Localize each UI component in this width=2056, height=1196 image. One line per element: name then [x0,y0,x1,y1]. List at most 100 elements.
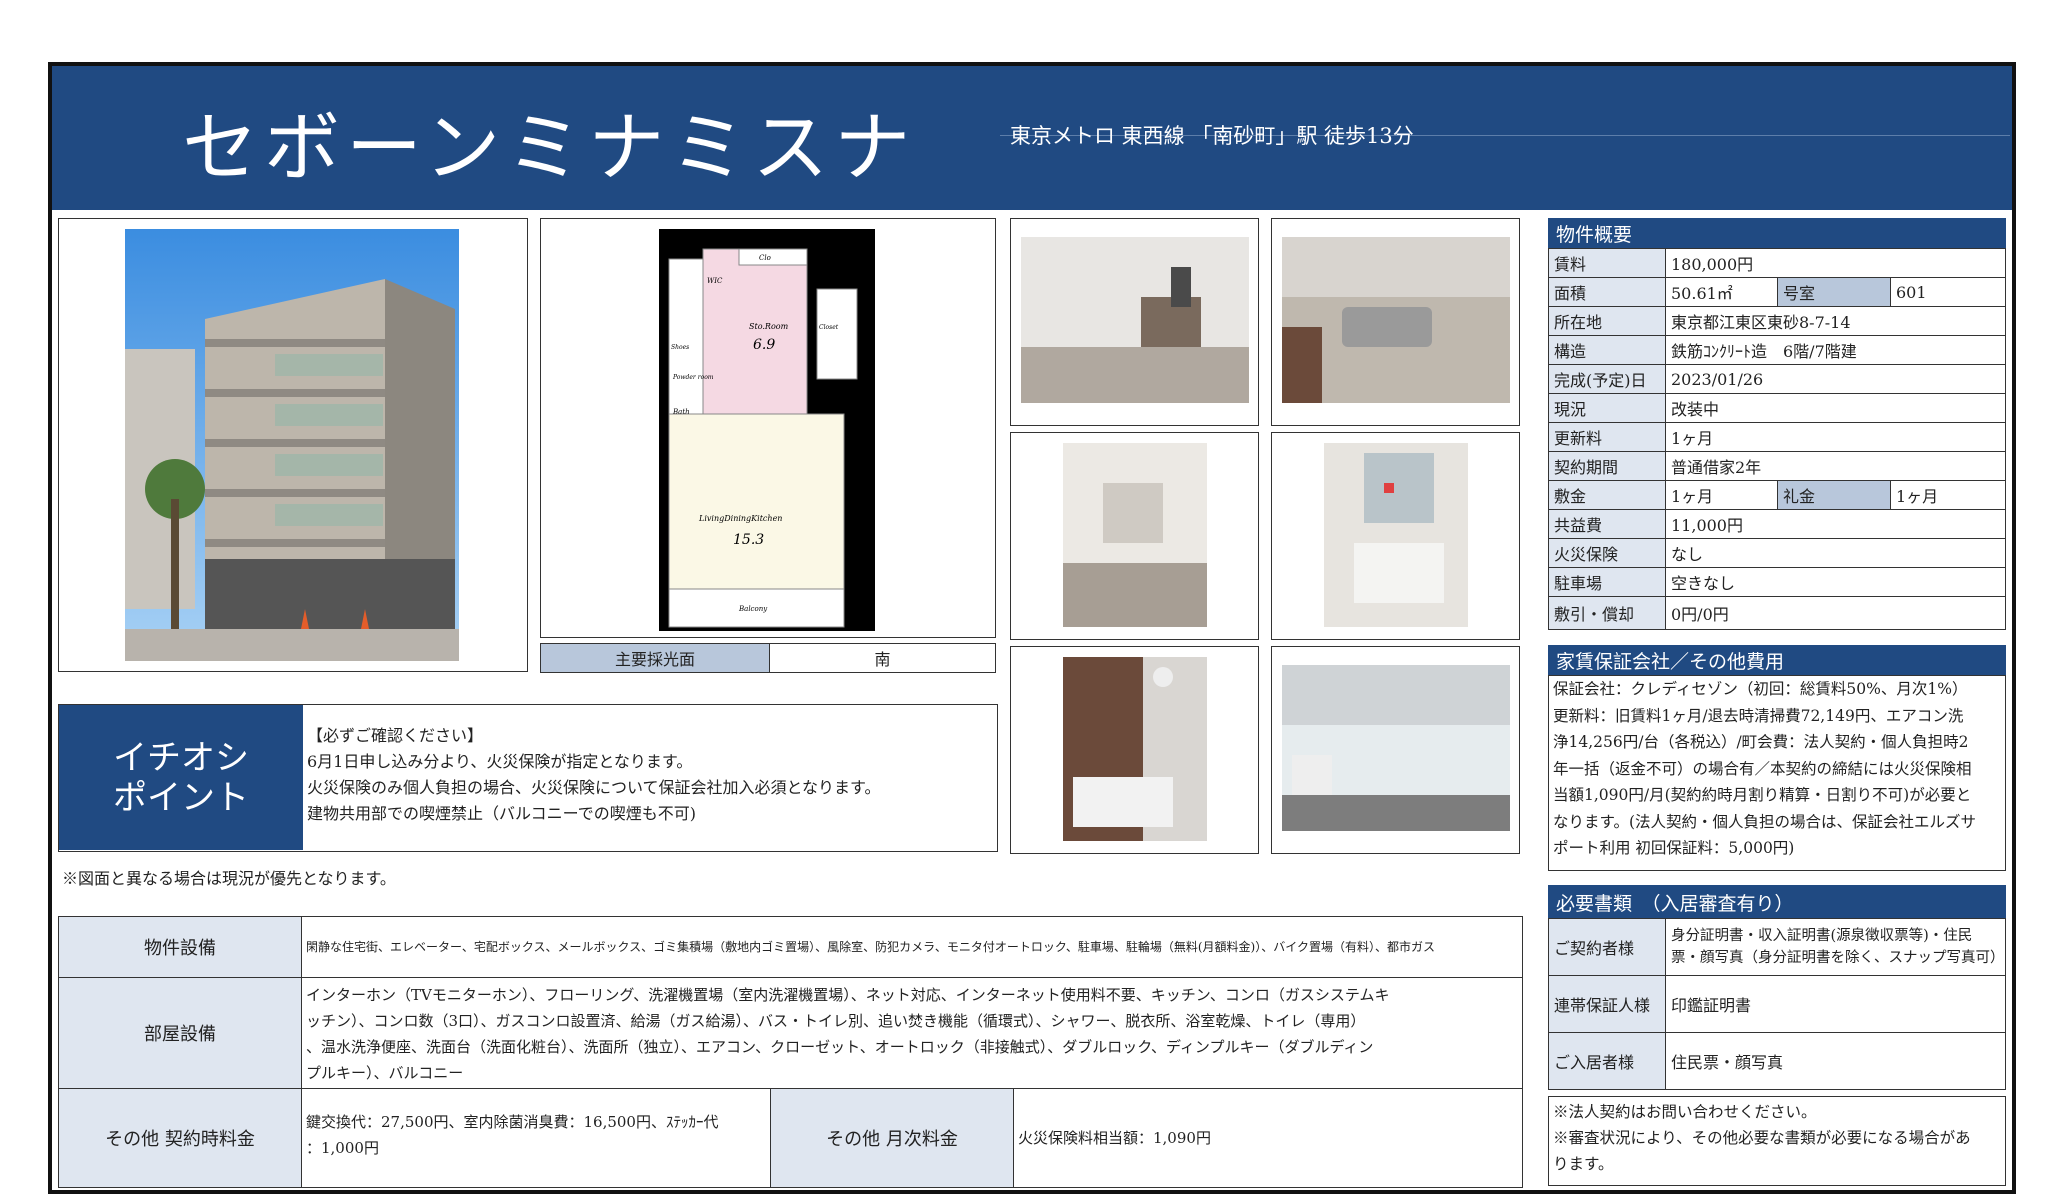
contract-fee-line: ：1,000円 [306,1139,379,1157]
photo-box [1010,218,1259,426]
floorplan-image: Clo WIC Shoes Sto.Room 6.9 Closet Powder… [659,229,875,631]
resident-label: ご入居者様 [1548,1032,1666,1090]
guarantee-heading: 家賃保証会社／その他費用 [1548,645,2006,675]
guarantee-line: なります。(法人契約・個人負担の場合は、保証会社エルズサ [1553,812,1976,831]
floorplan-label: WIC [707,277,723,285]
documents-note-line: ります。 [1553,1155,1614,1173]
term-label: 契約期間 [1548,451,1666,481]
key-money-label: 礼金 [1777,480,1891,510]
documents-heading: 必要書類 （入居審査有り） [1548,885,2006,919]
floorplan-label: 6.9 [753,337,775,353]
status-value: 改装中 [1665,393,2006,423]
built-label: 完成(予定)日 [1548,364,1666,394]
floorplan-label: Shoes [671,344,689,351]
parking-value: 空きなし [1665,567,2006,597]
term-value: 普通借家2年 [1665,451,2006,481]
highlight-label: イチオシ ポイント [59,705,303,850]
shikibiki-value: 0円/0円 [1665,596,2006,630]
photo-box [1271,432,1520,640]
photo-box [1271,218,1520,426]
shikibiki-label: 敷引・償却 [1548,596,1666,630]
room-equipment-line: ッチン）、コンロ数（3口）、ガスコンロ設置済、給湯（ガス給湯）、バス・トイレ別、… [306,1012,1366,1030]
washroom-photo [1324,443,1468,627]
address-value: 東京都江東区東砂8-7-14 [1665,306,2006,336]
room-equipment-value: インターホン（TVモニターホン）、フローリング、洗濯機置場（室内洗濯機置場）、ネ… [301,977,1523,1089]
guarantee-line: 保証会社：クレディセゾン（初回：総賃料50%、月次1%） [1553,680,1968,698]
balcony-photo [1282,665,1510,831]
photo-box [1010,432,1259,640]
floorplan-box: Clo WIC Shoes Sto.Room 6.9 Closet Powder… [540,218,996,638]
guarantee-line: 年一括（返金不可）の場合有／本契約の締結には火災保険相 [1553,759,1972,778]
highlight-line: 建物共用部での喫煙禁止（バルコニーでの喫煙も不可) [307,804,696,823]
monthly-fee-value: 火災保険料相当額：1,090円 [1013,1088,1523,1188]
guarantee-line: 浄14,256円/台（各税込）/町会費：法人契約・個人負担時2 [1553,733,1969,751]
living-room-photo [1021,237,1249,403]
building-equipment-label: 物件設備 [58,916,302,978]
guarantee-line: 更新料：旧賃料1ヶ月/退去時清掃費72,149円、エアコン洗 [1553,706,1964,725]
common-fee-value: 11,000円 [1665,509,2006,539]
fire-insurance-value: なし [1665,538,2006,568]
contractor-label: ご契約者様 [1548,918,1666,976]
key-money-value: 1ヶ月 [1890,480,2006,510]
renewal-label: 更新料 [1548,422,1666,452]
photo-box [1010,646,1259,854]
property-title: セボーンミナミスナ [182,103,917,192]
floorplan-label: Bath [672,408,690,416]
structure-value: 鉄筋ｺﾝｸﾘｰﾄ造 6階/7階建 [1665,335,2006,365]
documents-notes: ※法人契約はお問い合わせください。 ※審査状況により、その他必要な書類が必要にな… [1548,1096,2006,1186]
bedroom-photo [1063,443,1207,627]
building-exterior-photo [125,229,459,661]
main-light-value: 南 [769,643,996,673]
kitchen-photo [1282,237,1510,403]
main-light-label: 主要採光面 [540,643,770,673]
floorplan-label: LivingDiningKitchen [698,514,782,523]
contractor-value: 身分証明書・収入証明書(源泉徴収票等)・住民票・顔写真（身分証明書を除く、スナッ… [1665,918,2006,976]
highlight-text: 【必ずご確認ください】 6月1日申し込み分より、火災保険が指定となります。 火災… [307,723,880,827]
floorplan-label: Closet [819,324,839,331]
guarantor-value: 印鑑証明書 [1665,975,2006,1033]
room-no-value: 601 [1890,277,2006,307]
summary-heading: 物件概要 [1548,218,2006,248]
address-label: 所在地 [1548,306,1666,336]
guarantee-line: 当額1,090円/月(契約約時月割り精算・日割り不可)が必要と [1553,786,1972,804]
fire-insurance-label: 火災保険 [1548,538,1666,568]
area-value: 50.61㎡ [1665,277,1778,307]
status-label: 現況 [1548,393,1666,423]
highlight-label-line: イチオシ [113,737,249,778]
floorplan-label: Clo [759,254,771,262]
bathroom-photo [1063,657,1207,841]
area-label: 面積 [1548,277,1666,307]
floorplan-label: Sto.Room [749,322,789,331]
built-value: 2023/01/26 [1665,364,2006,394]
photo-box [1271,646,1520,854]
highlight-label-line: ポイント [113,777,249,818]
guarantor-label: 連帯保証人様 [1548,975,1666,1033]
structure-label: 構造 [1548,335,1666,365]
deposit-label: 敷金 [1548,480,1666,510]
common-fee-label: 共益費 [1548,509,1666,539]
documents-note-line: ※審査状況により、その他必要な書類が必要になる場合があ [1553,1129,1971,1147]
room-equipment-line: プルキー）、バルコニー [306,1064,464,1082]
room-equipment-line: インターホン（TVモニターホン）、フローリング、洗濯機置場（室内洗濯機置場）、ネ… [306,986,1390,1004]
rent-label: 賃料 [1548,248,1666,278]
guarantee-line: ポート利用 初回保証料：5,000円) [1553,839,1795,857]
documents-note-line: ※法人契約はお問い合わせください。 [1553,1103,1817,1121]
highlight-line: 火災保険のみ個人負担の場合、火災保険について保証会社加入必須となります。 [307,778,881,797]
highlight-line: 【必ずご確認ください】 [307,726,484,745]
building-equipment-value: 閑静な住宅街、エレベーター、宅配ボックス、メールボックス、ゴミ集積場（敷地内ゴミ… [301,916,1523,978]
floorplan-label: 15.3 [733,532,764,548]
parking-label: 駐車場 [1548,567,1666,597]
exterior-photo-box [58,218,528,672]
contract-fee-value: 鍵交換代：27,500円、室内除菌消臭費：16,500円、ｽﾃｯｶｰ代 ：1,0… [301,1088,771,1188]
room-no-label: 号室 [1777,277,1891,307]
floorplan-note: ※図面と異なる場合は現況が優先となります。 [62,869,396,888]
floorplan-label: Powder room [672,374,714,381]
room-equipment-label: 部屋設備 [58,977,302,1089]
highlight-box: イチオシ ポイント 【必ずご確認ください】 6月1日申し込み分より、火災保険が指… [58,704,998,852]
monthly-fee-label: その他 月次料金 [770,1088,1014,1188]
deposit-value: 1ヶ月 [1665,480,1778,510]
renewal-value: 1ヶ月 [1665,422,2006,452]
room-equipment-line: 、温水洗浄便座、洗面台（洗面化粧台）、洗面所（独立）、エアコン、クローゼット、オ… [306,1038,1374,1056]
contract-fee-line: 鍵交換代：27,500円、室内除菌消臭費：16,500円、ｽﾃｯｶｰ代 [306,1113,719,1131]
contract-fee-label: その他 契約時料金 [58,1088,302,1188]
